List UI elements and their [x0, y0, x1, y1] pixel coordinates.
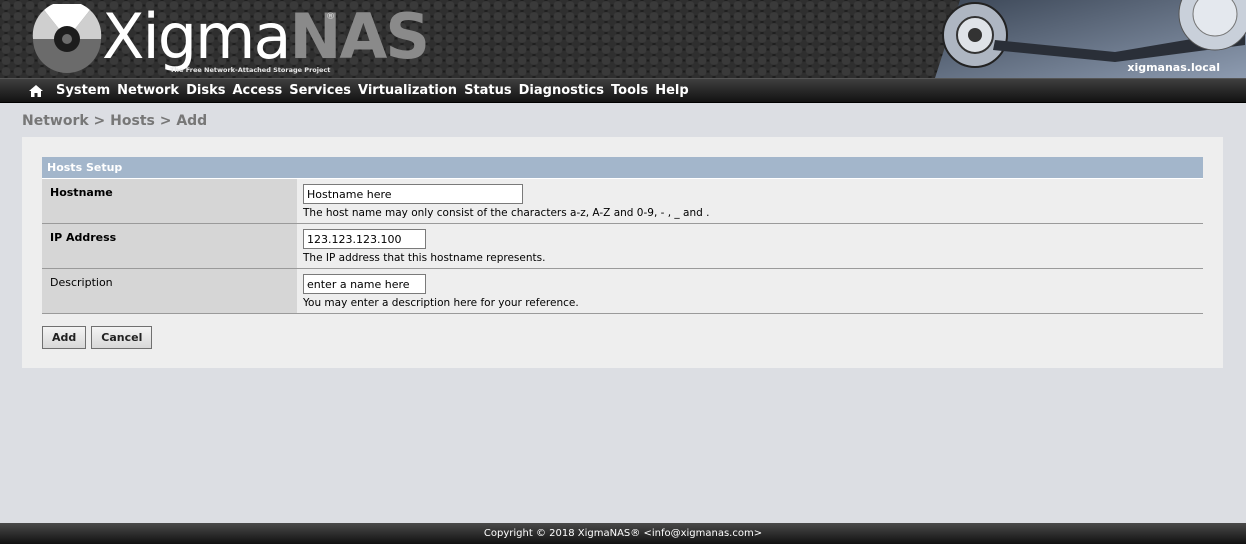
nav-item-virtualization[interactable]: Virtualization: [358, 82, 463, 100]
nav-menu: System Network Disks Access Services Vir…: [56, 82, 696, 100]
breadcrumb: Network > Hosts > Add: [22, 113, 208, 129]
logo-text-nas: NAS: [289, 0, 430, 73]
logo-wordmark: XigmaNAS: [102, 0, 430, 74]
form-row-ip-address: IP Address The IP address that this host…: [42, 224, 1203, 269]
nav-item-system[interactable]: System: [56, 82, 116, 100]
add-button[interactable]: Add: [42, 326, 87, 349]
hostname-hint: The host name may only consist of the ch…: [303, 207, 710, 219]
nav-item-services[interactable]: Services: [289, 82, 357, 100]
nav-item-help[interactable]: Help: [655, 82, 694, 100]
ip-address-hint: The IP address that this hostname repres…: [303, 252, 546, 264]
hosts-setup-table: Hosts Setup Hostname The host name may o…: [42, 157, 1203, 314]
content-panel: Hosts Setup Hostname The host name may o…: [22, 137, 1223, 368]
main-navigation: System Network Disks Access Services Vir…: [0, 78, 1246, 103]
form-row-hostname: Hostname The host name may only consist …: [42, 179, 1203, 224]
description-label: Description: [42, 269, 297, 313]
ip-address-field-cell: The IP address that this hostname repres…: [297, 224, 1203, 268]
logo-text-xigma: Xigma: [102, 0, 291, 73]
nav-item-disks[interactable]: Disks: [186, 82, 231, 100]
ip-address-label: IP Address: [42, 224, 297, 268]
nav-item-status[interactable]: Status: [464, 82, 518, 100]
nav-item-network[interactable]: Network: [117, 82, 185, 100]
xigmanas-logo[interactable]: XigmaNAS ® The Free Network-Attached Sto…: [32, 0, 430, 76]
nav-item-tools[interactable]: Tools: [611, 82, 654, 100]
section-header-hosts-setup: Hosts Setup: [42, 157, 1203, 179]
description-field-cell: You may enter a description here for you…: [297, 269, 1203, 313]
footer-copyright: Copyright © 2018 XigmaNAS® <info@xigmana…: [0, 523, 1246, 544]
registered-mark: ®: [326, 12, 335, 22]
logo-disk-icon: [32, 4, 102, 73]
hostname-label: Hostname: [42, 179, 297, 223]
hostname-field-cell: The host name may only consist of the ch…: [297, 179, 1203, 223]
hostname-label: xigmanas.local: [1127, 61, 1220, 74]
nav-item-diagnostics[interactable]: Diagnostics: [519, 82, 610, 100]
description-input[interactable]: [303, 274, 426, 294]
logo-tagline: The Free Network-Attached Storage Projec…: [170, 66, 331, 74]
home-icon[interactable]: [28, 84, 44, 98]
description-hint: You may enter a description here for you…: [303, 297, 579, 309]
form-buttons: Add Cancel: [42, 326, 153, 349]
ip-address-input[interactable]: [303, 229, 426, 249]
form-row-description: Description You may enter a description …: [42, 269, 1203, 314]
nav-item-access[interactable]: Access: [232, 82, 288, 100]
cancel-button[interactable]: Cancel: [91, 326, 153, 349]
header-banner: XigmaNAS ® The Free Network-Attached Sto…: [0, 0, 1246, 78]
hostname-input[interactable]: [303, 184, 523, 204]
